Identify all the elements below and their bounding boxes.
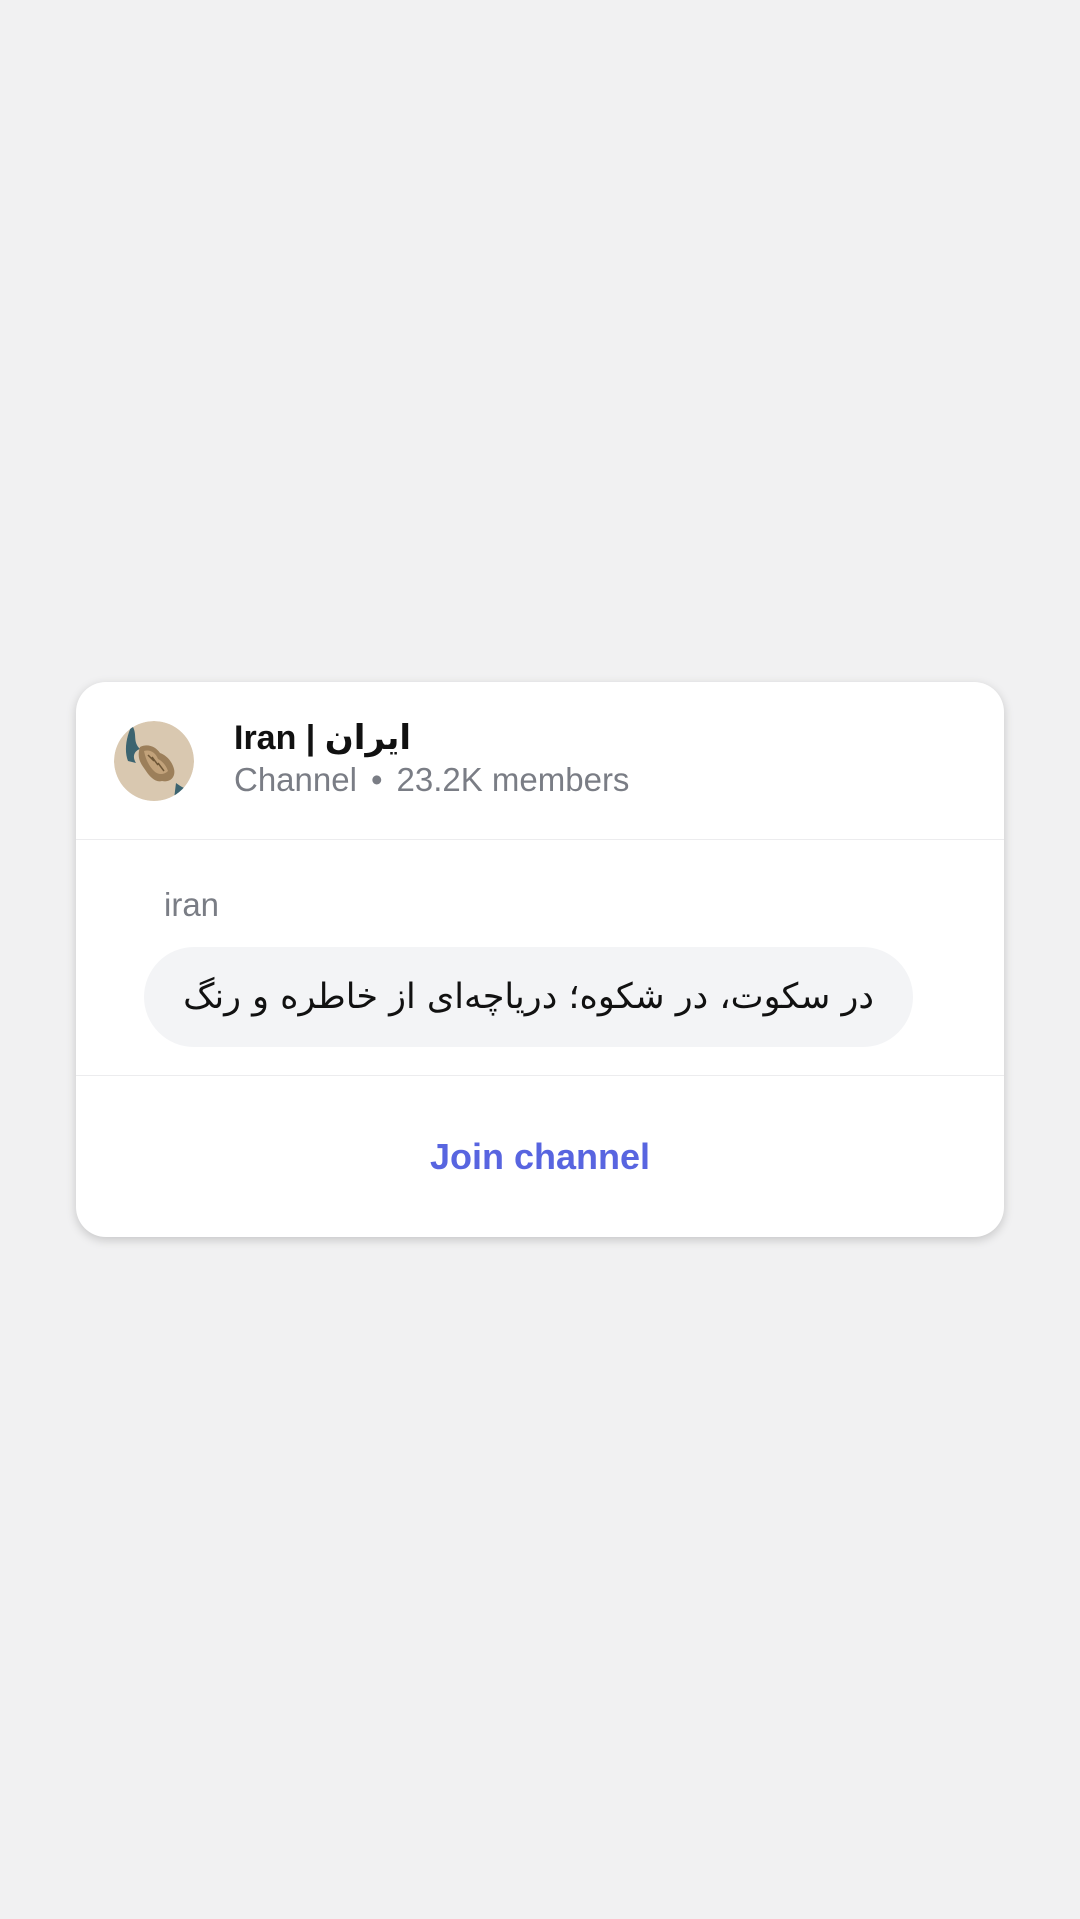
member-count: 23.2K members <box>396 761 630 798</box>
channel-header: Iran | ایران Channel • 23.2K members <box>76 682 1004 840</box>
card-footer: Join channel <box>76 1076 1004 1237</box>
channel-name: Iran | ایران <box>234 719 412 757</box>
meta-separator: • <box>370 761 383 798</box>
join-channel-button[interactable]: Join channel <box>410 1126 670 1188</box>
channel-preview-card: Iran | ایران Channel • 23.2K members iran … <box>76 682 1004 1237</box>
message-bubble: در سکوت، در شکوه؛ دریاچه‌ای از خاطره و ر… <box>144 947 913 1047</box>
iran-map-avatar-icon <box>114 721 194 801</box>
post-handle: iran <box>164 886 220 923</box>
channel-post-preview: iran در سکوت، در شکوه؛ دریاچه‌ای از خاطر… <box>76 840 1004 1076</box>
message-text: در سکوت، در شکوه؛ دریاچه‌ای از خاطره و ر… <box>183 977 874 1017</box>
channel-meta: Channel • 23.2K members <box>234 760 629 800</box>
channel-type: Channel <box>234 761 357 798</box>
